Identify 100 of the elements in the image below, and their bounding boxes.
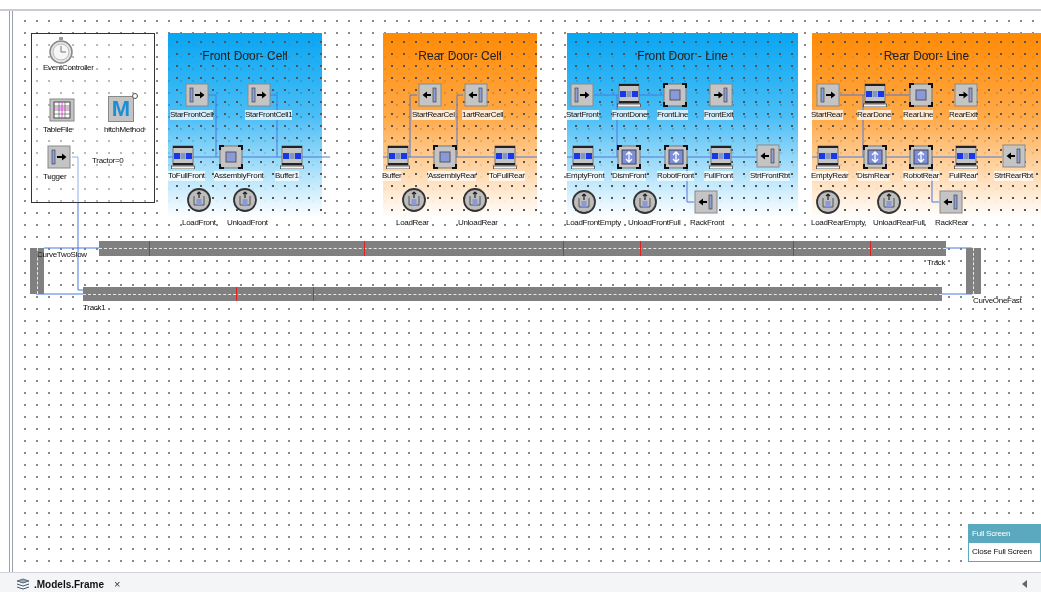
node-label: EmptyFront xyxy=(566,171,605,181)
area-title: Front Door- Cell xyxy=(201,49,289,63)
node-label: Buffer1 xyxy=(275,171,299,181)
sensor-mark xyxy=(793,241,794,256)
buffer-icon xyxy=(493,145,517,169)
table-icon xyxy=(48,97,76,125)
drain-icon xyxy=(709,83,733,107)
source-icon xyxy=(464,83,488,107)
robot-icon xyxy=(909,145,933,169)
sensor-mark xyxy=(640,241,641,256)
node-label: FrontDone xyxy=(612,110,648,120)
source-icon xyxy=(939,190,963,214)
source-icon xyxy=(47,145,71,169)
node-label: Track xyxy=(927,258,946,268)
status-ring-icon xyxy=(132,93,138,99)
node-label: RobotRear xyxy=(903,171,939,181)
sensor-mark xyxy=(149,241,150,256)
node-label: Track1 xyxy=(83,303,106,313)
source-icon xyxy=(816,83,840,107)
buffer-icon xyxy=(617,83,641,107)
node-label: FullFront xyxy=(704,171,733,181)
source-icon xyxy=(570,83,594,107)
station-icon xyxy=(909,83,933,107)
tab-label: .Models.Frame xyxy=(34,577,105,592)
node-label: UnloadRearFull xyxy=(873,218,925,228)
node-label: 1artRearCell xyxy=(462,110,504,120)
station-icon xyxy=(663,83,687,107)
buffer-icon xyxy=(386,145,410,169)
source-icon xyxy=(418,83,442,107)
stopwatch-icon xyxy=(47,36,75,64)
robot-icon xyxy=(863,145,887,169)
node-label: AssemblyRear xyxy=(428,171,477,181)
station-icon xyxy=(219,145,243,169)
node-label: RobotFront xyxy=(657,171,695,181)
source-icon xyxy=(185,83,209,107)
sensor-mark xyxy=(313,287,314,301)
node-label: RearLine xyxy=(903,110,934,120)
node-label: Tractor=0 xyxy=(92,156,124,166)
node-label: ToFullRear xyxy=(489,171,525,181)
buffer-icon xyxy=(280,145,304,169)
node-label: LoadFront xyxy=(182,218,216,228)
node-label: Buffer xyxy=(382,171,402,181)
track xyxy=(966,248,981,294)
robot-icon xyxy=(664,145,688,169)
source-icon xyxy=(756,144,780,168)
stack-icon xyxy=(16,578,30,590)
node-label: TableFile xyxy=(43,125,73,135)
node-label: AssemblyFront xyxy=(214,171,264,181)
method-icon: M xyxy=(108,96,134,122)
node-label: LoadFrontEmpty xyxy=(566,218,621,228)
robot-icon xyxy=(617,145,641,169)
area-title: Rear Door- Cell xyxy=(417,49,503,63)
node-label: FrontLine xyxy=(657,110,689,120)
node-label: StartRear xyxy=(811,110,843,120)
buffer-icon xyxy=(709,145,733,169)
area-title: Front Door - Line xyxy=(636,49,729,63)
source-icon xyxy=(694,190,718,214)
sensor-mark xyxy=(236,287,237,301)
node-label: DismRear xyxy=(857,171,891,181)
node-label: RearDone xyxy=(857,110,892,120)
node-label: StrtFrontRbt xyxy=(750,171,790,181)
buffer-icon xyxy=(954,145,978,169)
drain-icon xyxy=(954,83,978,107)
source-icon xyxy=(1002,144,1026,168)
buffer-icon xyxy=(571,145,595,169)
scroll-left-icon[interactable] xyxy=(1022,580,1027,588)
connector-line xyxy=(35,293,84,295)
node-label: EventController xyxy=(43,63,94,73)
node-label: ToFullFront xyxy=(168,171,205,181)
node-label: StarFrontCell xyxy=(170,110,214,120)
connector-line xyxy=(941,293,973,295)
node-label: EmptyRear xyxy=(811,171,849,181)
station-icon xyxy=(433,145,457,169)
buffer-icon xyxy=(816,145,840,169)
node-label: UnloadFront xyxy=(227,218,268,228)
node-label: UnloadFrontFull xyxy=(628,218,681,228)
sensor-mark xyxy=(364,241,365,256)
node-label: hitchMethod xyxy=(104,125,145,135)
close-button[interactable]: × xyxy=(114,578,121,590)
node-label: RackRear xyxy=(935,218,969,228)
node-label: CurveTwoSlow xyxy=(37,250,87,260)
node-label: LoadRear xyxy=(396,218,429,228)
sensor-mark xyxy=(870,241,871,256)
node-label: RackFront xyxy=(690,218,725,228)
buffer-icon xyxy=(863,83,887,107)
node-label: StartFront xyxy=(566,110,599,120)
area-title: Rear Door- Line xyxy=(882,49,971,63)
node-label: StrtRearRbt xyxy=(994,171,1033,181)
connector-line xyxy=(945,247,973,249)
buffer-icon xyxy=(171,145,195,169)
node-label: CurveOneFast xyxy=(973,296,1022,306)
source-icon xyxy=(247,83,271,107)
document-tab[interactable]: .Models.Frame × xyxy=(14,576,123,592)
node-label: LoadRearEmpty xyxy=(811,218,865,228)
node-label: FullRear xyxy=(949,171,977,181)
node-label: Tugger xyxy=(43,172,67,182)
sensor-mark xyxy=(563,241,564,256)
node-label: StartRearCel xyxy=(412,110,455,120)
node-label: UnloadRear xyxy=(458,218,498,228)
node-label: DismFront xyxy=(612,171,647,181)
